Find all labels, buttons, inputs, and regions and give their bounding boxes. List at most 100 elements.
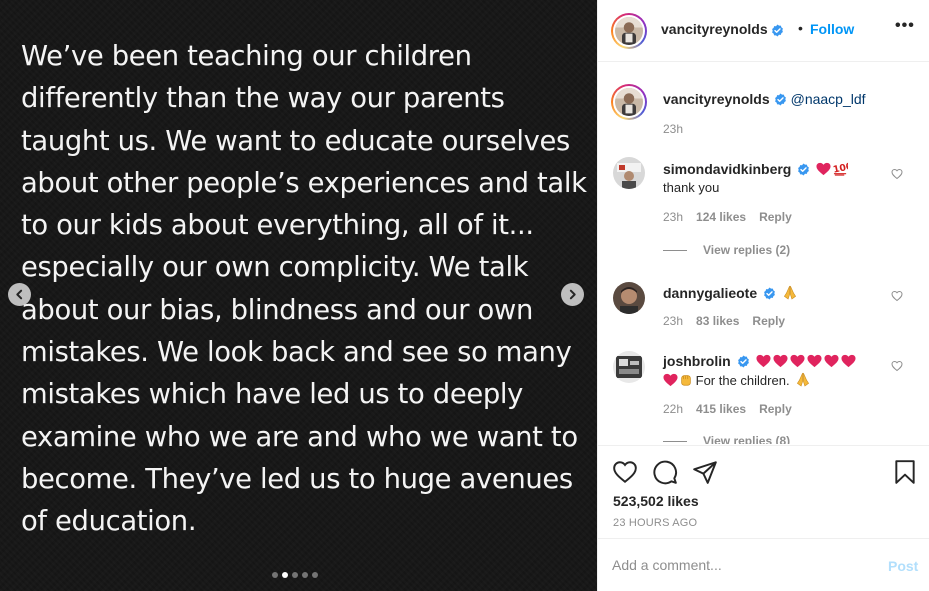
caption-line: vancityreynolds @naacp_ldf	[663, 91, 866, 109]
next-slide-button[interactable]	[561, 283, 584, 306]
more-options-button[interactable]: •••	[895, 17, 915, 35]
media-text-line: mistakes which have led us to deeply	[21, 379, 524, 411]
verified-badge-icon	[764, 287, 776, 300]
bookmark-icon[interactable]	[892, 459, 918, 485]
follow-button[interactable]: Follow	[810, 21, 854, 37]
media-text-line: mistakes. We look back and see so many	[21, 337, 572, 369]
media-text-line: about our bias, blindness and our own	[21, 294, 533, 326]
divider-line	[663, 440, 687, 442]
previous-slide-button[interactable]	[8, 283, 31, 306]
red-heart-icon	[807, 354, 822, 368]
post-media: We’ve been teaching our children differe…	[0, 0, 597, 591]
comments-list[interactable]: vancityreynolds @naacp_ldf 23h simondavid…	[598, 63, 929, 444]
post-actions: 523,502 likes 23 HOURS AGO	[598, 445, 929, 537]
carousel-dot-active	[282, 572, 288, 578]
commenter-photo	[613, 351, 645, 383]
comment-time[interactable]: 23h	[663, 314, 683, 328]
like-comment-heart-icon[interactable]	[891, 360, 903, 372]
add-comment-bar: Post	[598, 538, 929, 591]
carousel-dot	[312, 572, 318, 578]
comment-likes[interactable]: 415 likes	[696, 402, 746, 416]
media-text-line: especially our own complicity. We talk	[21, 252, 529, 284]
red-heart-icon	[816, 162, 831, 176]
carousel-indicator	[272, 572, 318, 578]
comment-time[interactable]: 23h	[663, 210, 683, 224]
verified-badge-icon	[767, 22, 784, 40]
carousel-dot	[292, 572, 298, 578]
comment-input[interactable]	[612, 557, 872, 573]
hundred-points-icon: 100	[833, 161, 848, 176]
comment-likes[interactable]: 124 likes	[696, 210, 746, 224]
commenter-photo	[613, 282, 645, 314]
red-heart-icon	[841, 354, 856, 368]
folded-hands-icon	[797, 372, 810, 387]
post-timestamp[interactable]: 23 HOURS AGO	[613, 517, 697, 529]
carousel-dot	[302, 572, 308, 578]
like-comment-heart-icon[interactable]	[891, 290, 903, 302]
red-heart-icon	[824, 354, 839, 368]
comment-username[interactable]: joshbrolin	[663, 353, 731, 369]
chevron-right-icon	[569, 289, 576, 300]
post-sidebar: vancityreynolds • Follow ••• vancityreyn…	[597, 0, 929, 591]
red-heart-icon	[756, 354, 771, 368]
avatar[interactable]	[611, 13, 647, 49]
media-text-line: differently than the way our parents	[21, 83, 505, 115]
comment-time[interactable]: 22h	[663, 402, 683, 416]
post-header: vancityreynolds • Follow •••	[598, 0, 929, 62]
caption-time[interactable]: 23h	[663, 122, 683, 136]
profile-photo	[615, 88, 643, 116]
comment-meta: 23h 124 likes Reply	[663, 210, 792, 224]
avatar[interactable]	[613, 351, 645, 383]
divider-line	[663, 249, 687, 251]
comment-text: joshbrolin	[663, 352, 856, 370]
share-icon[interactable]	[692, 459, 718, 485]
comment-body: thank you	[663, 180, 720, 195]
reply-button[interactable]: Reply	[752, 314, 785, 328]
post-author-username[interactable]: vancityreynolds	[661, 21, 768, 37]
comment-username[interactable]: simondavidkinberg	[663, 161, 791, 177]
media-text-line: about other people’s experiences and tal…	[21, 167, 587, 199]
post-comment-button[interactable]: Post	[888, 558, 918, 574]
media-text-line: examine who we are and who we want to	[21, 421, 578, 453]
red-heart-icon	[663, 373, 678, 387]
red-heart-icon	[773, 354, 788, 368]
post-image-text: We’ve been teaching our children differe…	[21, 36, 593, 544]
chevron-left-icon	[16, 289, 23, 300]
verified-badge-icon	[774, 93, 786, 106]
comment-meta: 22h 415 likes Reply	[663, 402, 792, 416]
raised-fist-icon	[681, 375, 691, 386]
comment-body: For the children.	[663, 372, 811, 390]
view-replies-button[interactable]: View replies (8)	[663, 434, 790, 444]
media-text-line: of education.	[21, 506, 197, 538]
verified-badge-icon	[737, 355, 749, 368]
red-heart-icon	[790, 354, 805, 368]
folded-hands-icon	[784, 285, 797, 300]
comment-icon[interactable]	[652, 459, 678, 485]
media-text-line: to our kids about everything, all of it.…	[21, 210, 534, 242]
media-text-line: We’ve been teaching our children	[21, 41, 472, 72]
reply-button[interactable]: Reply	[759, 402, 792, 416]
heart-icon[interactable]	[612, 459, 638, 485]
avatar[interactable]	[613, 282, 645, 314]
media-text-line: become. They’ve led us to huge avenues	[21, 463, 573, 495]
media-text-line: taught us. We want to educate ourselves	[21, 125, 570, 157]
comment-text: dannygalieote	[663, 284, 798, 302]
view-replies-button[interactable]: View replies (2)	[663, 243, 790, 257]
profile-photo	[615, 17, 643, 45]
comment-text: simondavidkinberg 100	[663, 160, 848, 178]
caption-mention-link[interactable]: @naacp_ldf	[791, 91, 866, 107]
avatar[interactable]	[613, 157, 645, 189]
like-comment-heart-icon[interactable]	[891, 168, 903, 180]
commenter-photo	[613, 157, 645, 189]
comment-meta: 23h 83 likes Reply	[663, 314, 785, 328]
view-replies-label: View replies (2)	[703, 243, 791, 257]
comment-likes[interactable]: 83 likes	[696, 314, 739, 328]
avatar[interactable]	[611, 84, 647, 120]
comment-username[interactable]: dannygalieote	[663, 285, 757, 301]
caption-username[interactable]: vancityreynolds	[663, 91, 770, 107]
reply-button[interactable]: Reply	[759, 210, 792, 224]
view-replies-label: View replies (8)	[703, 434, 791, 444]
likes-count[interactable]: 523,502 likes	[613, 493, 699, 509]
separator-dot: •	[798, 20, 803, 36]
carousel-dot	[272, 572, 278, 578]
